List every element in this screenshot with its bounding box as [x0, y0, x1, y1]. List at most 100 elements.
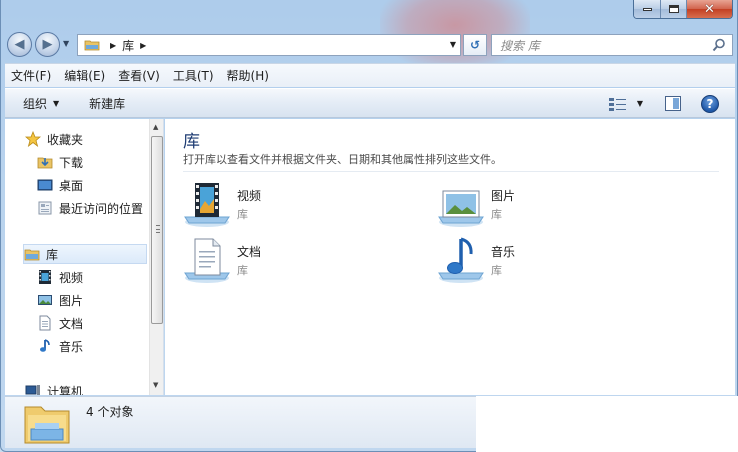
- nav-pictures[interactable]: 图片: [37, 290, 163, 310]
- picture-icon: [38, 295, 52, 305]
- nav-libraries-label: 库: [46, 247, 59, 262]
- nav-computer[interactable]: 计算机: [25, 381, 163, 396]
- nav-videos[interactable]: 视频: [37, 267, 163, 287]
- forward-button[interactable]: ▶: [35, 32, 60, 57]
- library-item-type: 库: [237, 264, 248, 277]
- grip-icon: [156, 225, 160, 233]
- explorer-window: ✕ ◀ ▶ ▼ ▶ 库 ▶ ▼ ↺ 搜索 库 文件(F) 编辑(E) 查看(V)…: [0, 0, 738, 452]
- navigation-pane: 收藏夹 下载 桌面 最近访问的位置 库 视频 图片 文档 音乐 计算机 ▲ ▼: [5, 119, 164, 395]
- video-library-icon: [184, 183, 230, 227]
- arrow-right-icon: ▶: [42, 37, 53, 52]
- close-icon: ✕: [704, 1, 715, 17]
- nav-recent-places[interactable]: 最近访问的位置: [37, 198, 163, 218]
- page-description: 打开库以查看文件并根据文件夹、日期和其他属性排列这些文件。: [183, 153, 502, 166]
- library-item-type: 库: [491, 208, 502, 221]
- search-icon[interactable]: [712, 38, 726, 52]
- arrow-left-icon: ◀: [14, 37, 25, 52]
- divider: [183, 171, 719, 172]
- organize-label: 组织: [23, 96, 48, 111]
- menu-tools[interactable]: 工具(T): [173, 67, 214, 84]
- star-icon: [25, 131, 41, 147]
- nav-desktop[interactable]: 桌面: [37, 175, 163, 195]
- library-item-name: 文档: [237, 245, 262, 259]
- status-bar: 4 个对象: [5, 396, 477, 448]
- library-item-name: 音乐: [491, 245, 516, 259]
- maximize-icon: [668, 5, 679, 13]
- nav-desktop-label: 桌面: [59, 178, 84, 193]
- desktop-icon: [37, 179, 53, 191]
- nav-downloads-label: 下载: [59, 155, 84, 170]
- help-icon[interactable]: ?: [701, 95, 719, 113]
- search-input[interactable]: 搜索 库: [491, 34, 733, 56]
- search-placeholder: 搜索 库: [500, 38, 540, 53]
- recent-pages-dropdown[interactable]: ▼: [63, 39, 69, 48]
- new-library-button[interactable]: 新建库: [89, 95, 125, 112]
- nav-downloads[interactable]: 下载: [37, 152, 163, 172]
- downloads-folder-icon: [37, 157, 53, 169]
- breadcrumb-library[interactable]: 库: [122, 37, 134, 54]
- chevron-down-icon: ▼: [53, 98, 60, 108]
- minimize-icon: [642, 7, 652, 11]
- page-title: 库: [183, 132, 200, 152]
- menu-file[interactable]: 文件(F): [11, 67, 51, 84]
- refresh-button[interactable]: ↺: [463, 34, 487, 56]
- close-button[interactable]: ✕: [686, 0, 732, 18]
- nav-music[interactable]: 音乐: [37, 336, 163, 356]
- library-item-documents[interactable]: 文档 库: [183, 237, 423, 287]
- nav-videos-label: 视频: [59, 270, 84, 285]
- view-options-dropdown[interactable]: ▼: [637, 99, 643, 108]
- nav-documents[interactable]: 文档: [37, 313, 163, 333]
- pictures-library-icon: [438, 190, 484, 227]
- scrollbar-thumb[interactable]: [151, 136, 163, 324]
- back-button[interactable]: ◀: [7, 32, 32, 57]
- library-item-videos[interactable]: 视频 库: [183, 181, 423, 231]
- nav-computer-label: 计算机: [47, 384, 84, 396]
- nav-pictures-label: 图片: [59, 293, 84, 308]
- minimize-button[interactable]: [634, 0, 660, 18]
- window-corner: [476, 396, 738, 452]
- item-count: 4 个对象: [86, 405, 134, 419]
- library-item-music[interactable]: 音乐 库: [437, 237, 677, 287]
- organize-button[interactable]: 组织 ▼: [23, 95, 59, 112]
- nav-music-label: 音乐: [59, 339, 84, 354]
- library-item-name: 视频: [237, 189, 262, 203]
- preview-pane-icon[interactable]: [665, 96, 681, 111]
- command-bar: 组织 ▼ 新建库 ▼ ?: [5, 88, 735, 118]
- menu-help[interactable]: 帮助(H): [227, 67, 269, 84]
- document-icon: [39, 315, 51, 331]
- nav-recent-places-label: 最近访问的位置: [59, 201, 144, 216]
- library-item-type: 库: [491, 264, 502, 277]
- nav-favorites-label: 收藏夹: [47, 132, 84, 147]
- video-icon: [39, 270, 51, 284]
- view-options-icon[interactable]: [609, 97, 627, 111]
- library-item-name: 图片: [491, 189, 516, 203]
- menu-view[interactable]: 查看(V): [118, 67, 160, 84]
- address-bar[interactable]: ▶ 库 ▶ ▼: [77, 34, 461, 56]
- breadcrumb-separator-icon[interactable]: ▶: [140, 41, 146, 50]
- caption-buttons: ✕: [633, 0, 733, 19]
- recent-places-icon: [38, 201, 52, 215]
- maximize-button[interactable]: [660, 0, 686, 18]
- library-folder-icon: [24, 406, 70, 444]
- computer-icon: [25, 385, 40, 395]
- nav-documents-label: 文档: [59, 316, 84, 331]
- library-folder-icon: [24, 249, 40, 261]
- library-item-pictures[interactable]: 图片 库: [437, 181, 677, 231]
- breadcrumb-separator-icon[interactable]: ▶: [110, 41, 116, 50]
- library-folder-icon: [84, 40, 100, 51]
- library-item-type: 库: [237, 208, 248, 221]
- documents-library-icon: [184, 238, 230, 283]
- music-library-icon: [438, 237, 484, 283]
- scroll-up-icon[interactable]: ▲: [153, 123, 158, 131]
- scroll-down-icon[interactable]: ▼: [153, 381, 158, 389]
- music-note-icon: [40, 339, 50, 352]
- nav-scrollbar[interactable]: ▲ ▼: [149, 119, 163, 395]
- menu-edit[interactable]: 编辑(E): [64, 67, 105, 84]
- nav-favorites[interactable]: 收藏夹: [25, 129, 163, 149]
- content-pane: 库 打开库以查看文件并根据文件夹、日期和其他属性排列这些文件。 视频 库 图片 …: [165, 119, 735, 395]
- address-history-dropdown[interactable]: ▼: [450, 40, 456, 49]
- menu-bar: 文件(F) 编辑(E) 查看(V) 工具(T) 帮助(H): [5, 63, 735, 87]
- address-row: ◀ ▶ ▼ ▶ 库 ▶ ▼ ↺ 搜索 库: [5, 30, 735, 58]
- refresh-icon: ↺: [469, 38, 481, 52]
- nav-libraries[interactable]: 库: [23, 244, 147, 264]
